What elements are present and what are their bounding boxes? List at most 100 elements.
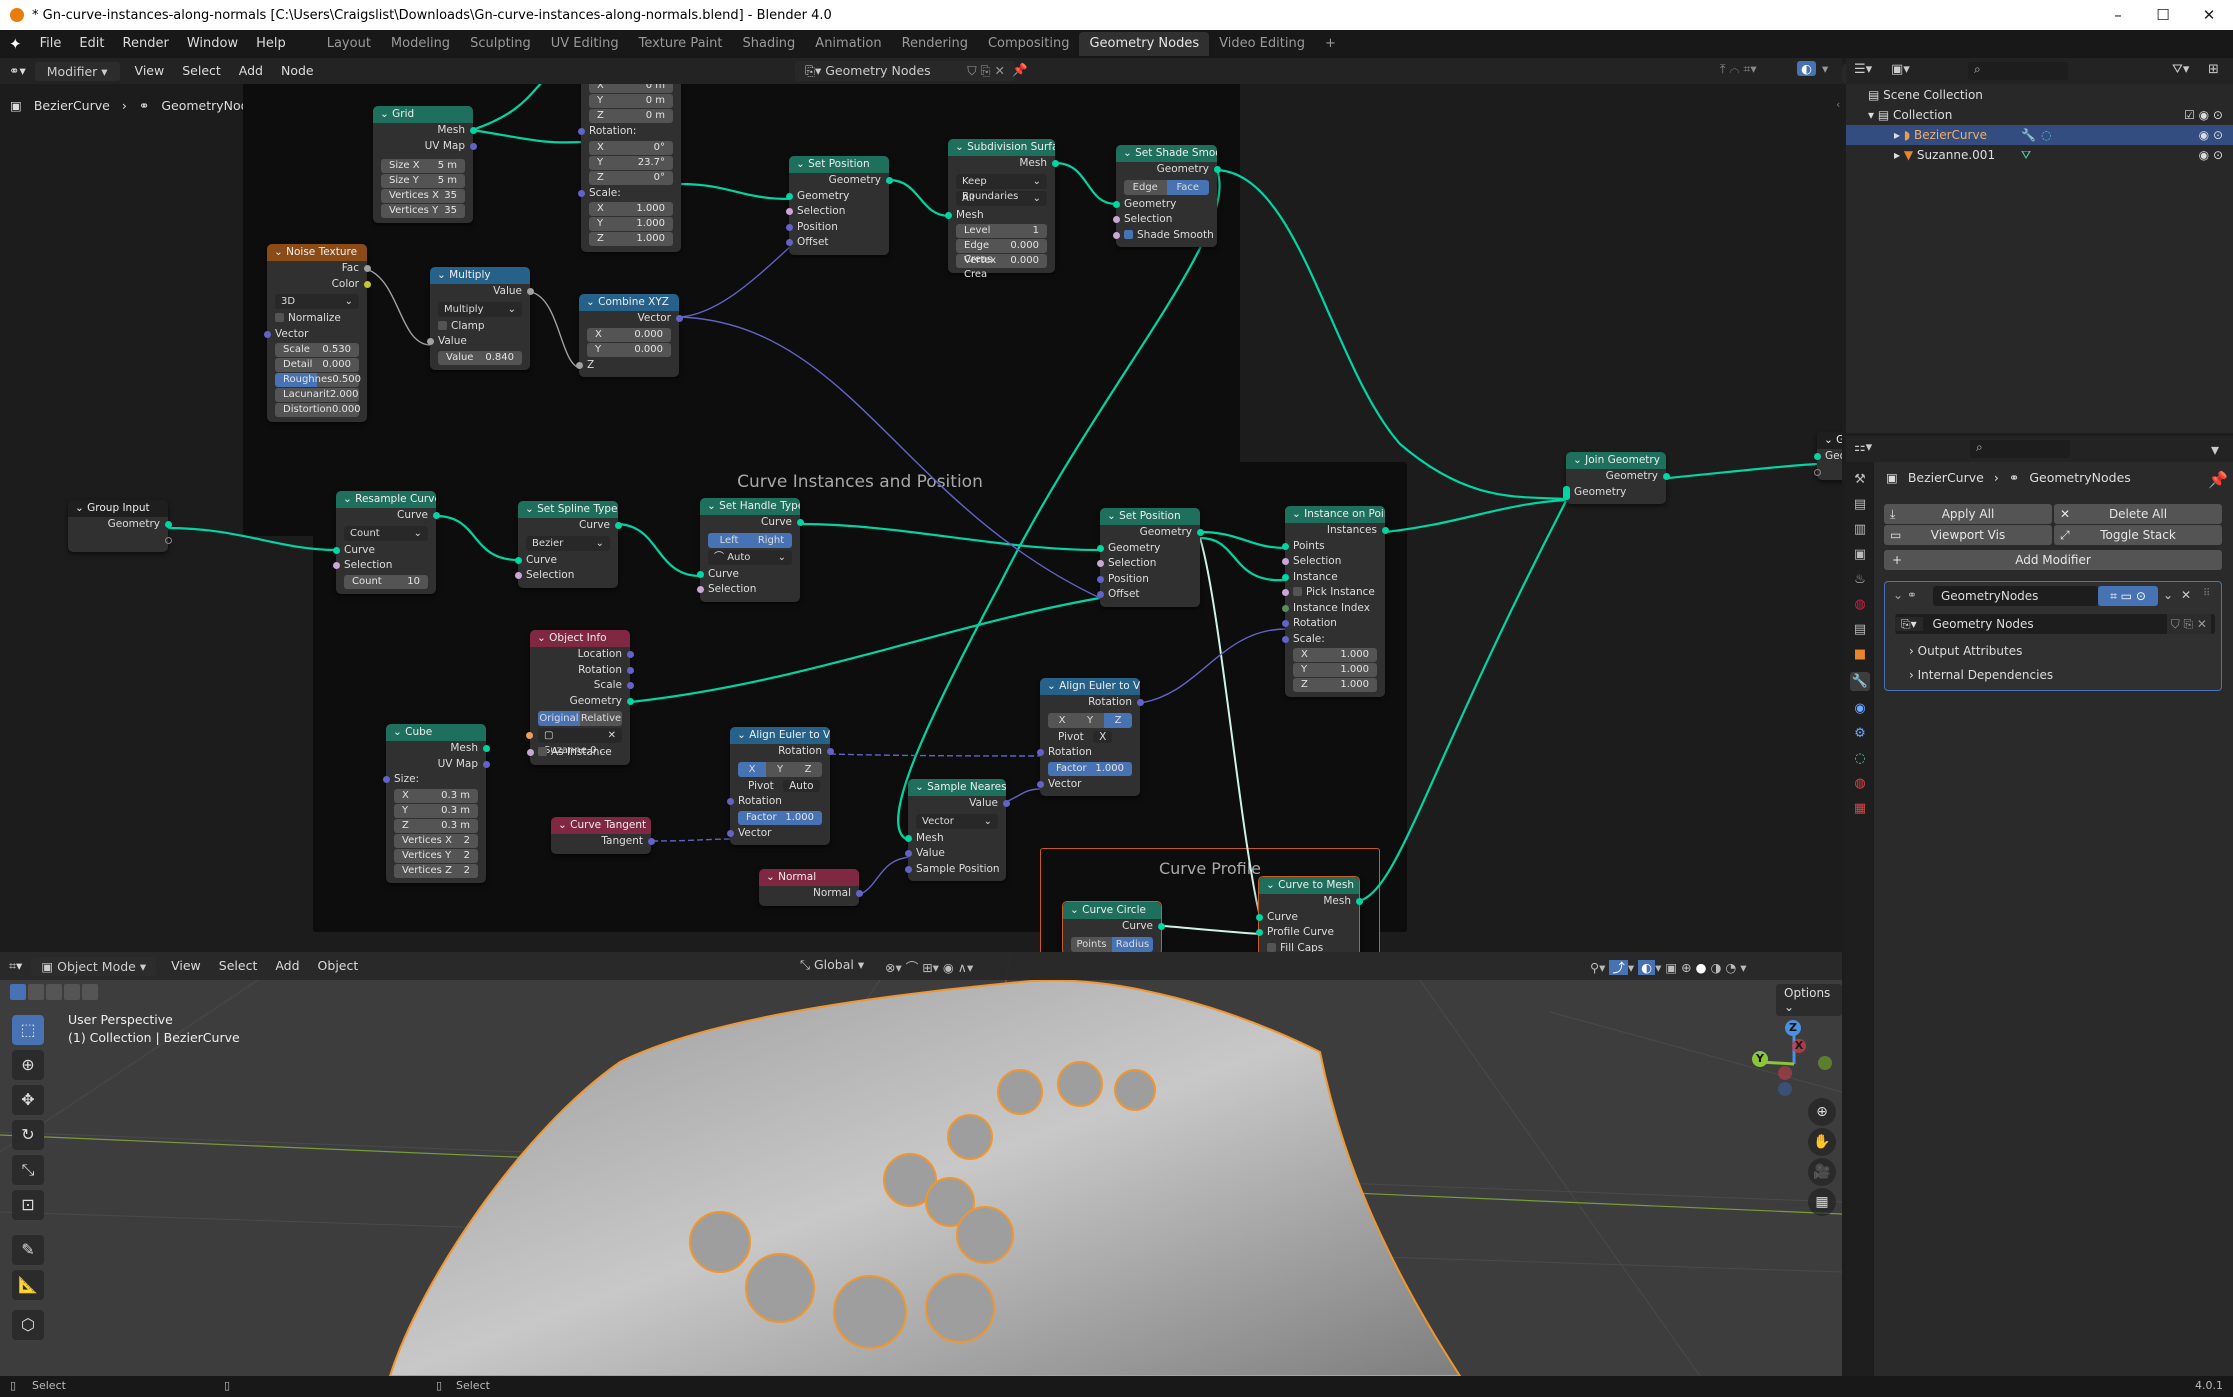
pivot-dropdown[interactable]: Auto (783, 779, 820, 792)
node-noise-texture[interactable]: ⌄ Noise Texture Fac Color 3D ⌄ Normalize … (263, 244, 371, 422)
new-collection-icon[interactable]: ⊞ (2208, 62, 2219, 77)
node-instance-on-points[interactable]: ⌄ Instance on Points Instances Points Se… (1281, 506, 1389, 697)
outliner-item-suzanne[interactable]: ▸ ▼ Suzanne.001 ⛛ ◉ ⊙ (1846, 145, 2233, 165)
node-group-output[interactable]: ⌄ Gr Geor (1813, 432, 1842, 480)
view-layer-filter-icon[interactable]: ▣▾ (1891, 62, 1910, 77)
field-size-y[interactable]: Size Y5 m (381, 174, 465, 188)
rotate-tool-icon[interactable]: ↻ (12, 1120, 44, 1150)
node-menu-add[interactable]: Add (230, 57, 272, 85)
add-cube-tool-icon[interactable]: ⬡ (12, 1310, 44, 1340)
node-transform[interactable]: X0 m Y0 m Z0 m Rotation: X 0° Y 23.7° Z 0° … (577, 84, 681, 252)
as-instance-checkbox[interactable]: As Instance (526, 745, 630, 761)
node-curve-circle[interactable]: ⌄ Curve Circle Curve Points Radius (1062, 901, 1165, 952)
node-set-spline-type[interactable]: ⌄ Set Spline Type Curve Bezier ⌄ Curve Se… (514, 501, 622, 588)
cursor-tool-icon[interactable]: ⊕ (12, 1050, 44, 1080)
field-scale-z[interactable]: Z 1.000 (1293, 678, 1377, 692)
node-combine-xyz[interactable]: ⌄ Combine XYZ Vector X 0.000 Y 0.000 Z (575, 294, 683, 377)
dimensions-dropdown[interactable]: 3D ⌄ (275, 294, 359, 309)
pivot-point-icon[interactable]: ⊗▾ ⌒ ⊞▾ ◉ ∧▾ (885, 957, 973, 976)
gizmo-neg-z-axis[interactable] (1778, 1082, 1792, 1096)
field-value[interactable]: Value 0.840 (438, 350, 522, 365)
node-normal[interactable]: ⌄ Normal Normal (759, 869, 863, 906)
field-vertices-z[interactable]: Vertices Z2 (394, 863, 478, 878)
outliner-search-input[interactable]: ⌕ (1968, 62, 2068, 80)
spline-type-dropdown[interactable]: Bezier ⌄ (526, 535, 610, 551)
node-object-info[interactable]: ⌄ Object Info Location Rotation Scale Ge… (526, 630, 634, 765)
node-align-euler-b[interactable]: ⌄ Align Euler to Vector Rotation XYZ Piv… (1036, 678, 1144, 796)
visibility-icons[interactable]: ◉ ⊙ (2199, 145, 2223, 165)
node-set-position-mid[interactable]: ⌄ Set Position Geometry Geometry Selecti… (1096, 508, 1204, 607)
field-distortion[interactable]: Distortion 0.000 (275, 403, 361, 417)
field-scale-x[interactable]: X 1.000 (1293, 648, 1377, 662)
add-modifier-button[interactable]: + Add Modifier (1884, 550, 2222, 570)
pivot-row[interactable]: Pivot X (1040, 730, 1140, 746)
modifier-name-input[interactable]: GeometryNodes (1933, 586, 2098, 606)
physics-tab-icon[interactable]: ◉ (1854, 701, 1865, 716)
select-intersect-icon[interactable] (82, 984, 98, 1000)
handle-side-toggle[interactable]: Left Right (708, 532, 792, 548)
node-set-handle-type[interactable]: ⌄ Set Handle Type Curve Left Right ⌒ Auto… (696, 498, 804, 602)
ortho-toggle-icon[interactable]: ▦ (1808, 1188, 1836, 1216)
output-tab-icon[interactable]: ▥ (1854, 522, 1866, 537)
field-rotation-y[interactable]: Y 23.7° (589, 155, 673, 170)
workspace-tab-sculpting[interactable]: Sculpting (460, 32, 541, 56)
options-dropdown-icon[interactable]: ▾ (2211, 440, 2219, 459)
node-group-input[interactable]: ⌄ Group Input Geometry (68, 500, 172, 552)
filter-icon[interactable]: ⛛▾ (2172, 62, 2189, 77)
node-sample-nearest-surface[interactable]: ⌄ Sample Nearest S... Value Vector⌄ Mesh… (904, 779, 1010, 881)
expand-toggle-icon[interactable]: ▸ (1894, 128, 1904, 142)
measure-tool-icon[interactable]: 📐 (12, 1270, 44, 1300)
field-vertices-x[interactable]: Vertices X 35 (381, 189, 465, 203)
fill-caps-checkbox[interactable]: Fill Caps (1259, 941, 1359, 952)
node-subdivision-surface[interactable]: ⌄ Subdivision Surface Mesh Keep Boundari… (944, 139, 1059, 280)
normalize-checkbox[interactable]: Normalize (267, 311, 367, 327)
outliner-display-mode-icon[interactable]: ☰▾ (1854, 62, 1872, 77)
zoom-view-icon[interactable]: ⊕ (1808, 1098, 1836, 1126)
menu-edit[interactable]: Edit (70, 30, 113, 58)
field-level[interactable]: Level 1 (956, 224, 1047, 238)
shade-smooth-checkbox[interactable]: Shade Smooth (1112, 228, 1217, 244)
move-tool-icon[interactable]: ✥ (12, 1085, 44, 1115)
pan-view-icon[interactable]: ✋ (1808, 1128, 1836, 1156)
node-curve-to-mesh[interactable]: ⌄ Curve to Mesh Mesh Curve Profile Curve… (1255, 876, 1363, 952)
expand-toggle-icon[interactable]: ▸ (1894, 148, 1904, 162)
context-mode-dropdown[interactable]: Modifier ▾ (34, 61, 120, 81)
clamp-checkbox[interactable]: Clamp (430, 319, 530, 335)
field-factor[interactable]: Factor 1.000 (1048, 761, 1132, 776)
viewport-gizmo-icons[interactable]: ⚲▾ ⤴ ▾ ◐ ▾ ▣ ⊕ ● ◑ ◔ ▾ (1590, 957, 1747, 976)
modifier-menu-icon[interactable]: ⌄ (2163, 588, 2173, 602)
node-grid[interactable]: ⌄ Grid Mesh UV Map Size X5 m Size Y5 m V… (373, 106, 477, 223)
field-rotation-x[interactable]: X 0° (589, 140, 673, 155)
workspace-tab-video-editing[interactable]: Video Editing (1209, 32, 1315, 56)
workspace-tab-layout[interactable]: Layout (317, 32, 381, 56)
delete-all-button[interactable]: ✕ Delete All (2054, 504, 2222, 524)
workspace-tab-modeling[interactable]: Modeling (381, 32, 460, 56)
gizmo-z-axis[interactable]: Z (1785, 1020, 1801, 1036)
texture-tab-icon[interactable]: ▦ (1854, 801, 1866, 816)
field-translation-z[interactable]: Z0 m (589, 109, 673, 123)
gizmo-neg-x-axis[interactable] (1778, 1066, 1792, 1080)
mode-toggle[interactable]: Points Radius (1071, 936, 1153, 952)
overlay-toggle-icon[interactable]: ◐ (1797, 61, 1816, 76)
field-vertices-x[interactable]: Vertices X2 (394, 833, 478, 848)
visibility-icons[interactable]: ☑ ◉ ⊙ (2184, 105, 2223, 125)
field-translation-x[interactable]: X0 m (589, 84, 673, 93)
toggle-stack-button[interactable]: ⤢ Toggle Stack (2054, 525, 2222, 545)
3d-viewport[interactable]: ⌗▾ ▣ Object Mode ▾ View Select Add Objec… (0, 952, 1842, 1376)
node-set-shade-smooth[interactable]: ⌄ Set Shade Smooth Geometry EdgeFace Geo… (1112, 145, 1221, 247)
field-size-x[interactable]: Size X5 m (381, 159, 465, 173)
domain-toggle[interactable]: Edge Face (1124, 179, 1209, 195)
close-button[interactable]: ✕ (2186, 0, 2232, 30)
field-translation-y[interactable]: Y0 m (589, 94, 673, 108)
tool-tab-icon[interactable]: ⚒ (1854, 472, 1866, 487)
editor-type-icon[interactable]: ⚭▾ (0, 57, 35, 85)
pin-icon[interactable]: 📌 (2208, 470, 2228, 489)
workspace-tab-uv-editing[interactable]: UV Editing (541, 32, 629, 56)
field-scale-y[interactable]: Y 1.000 (1293, 663, 1377, 677)
field-factor[interactable]: Factor 1.000 (738, 810, 822, 825)
workspace-tab-texture-paint[interactable]: Texture Paint (629, 32, 733, 56)
gizmo-y-axis[interactable]: Y (1752, 1051, 1768, 1067)
add-workspace-button[interactable]: + (1315, 32, 1346, 56)
menu-file[interactable]: File (31, 30, 71, 58)
field-roughness[interactable]: Roughnes 0.500 (275, 373, 361, 387)
